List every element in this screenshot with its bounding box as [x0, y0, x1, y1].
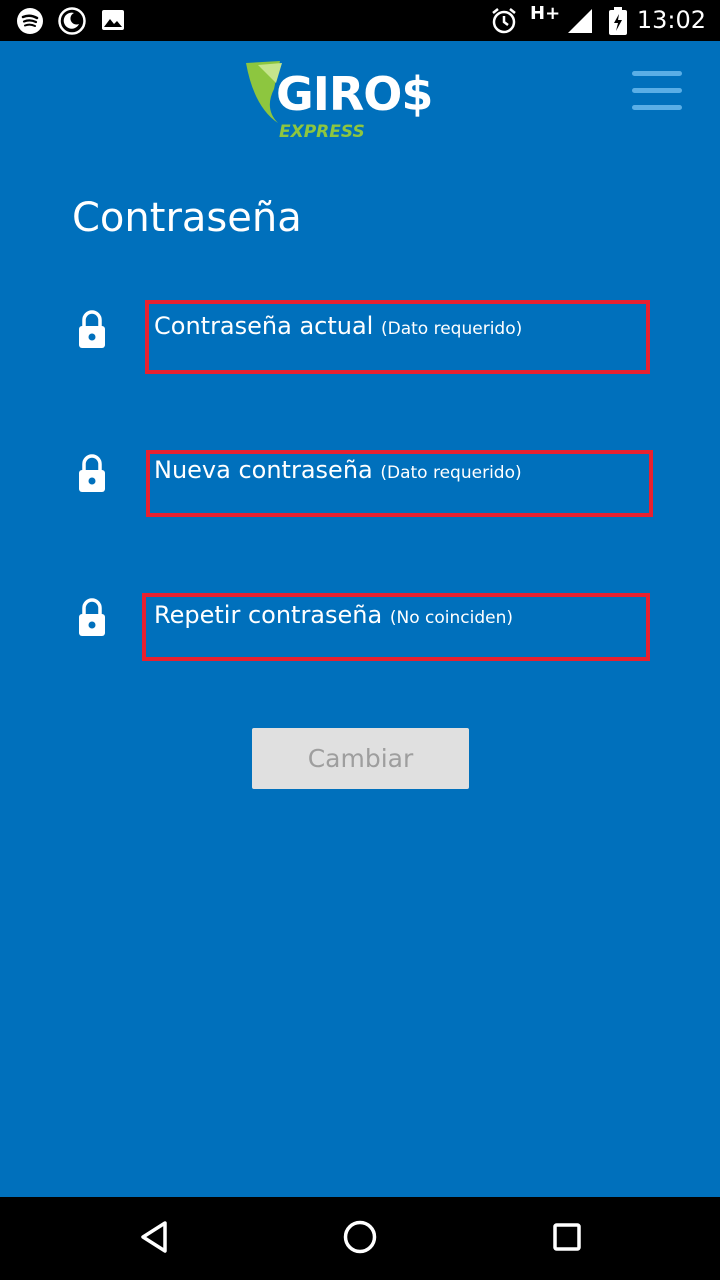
current-password-label: Contraseña actual (Dato requerido)	[154, 311, 522, 344]
lock-icon	[79, 598, 105, 636]
giros-express-logo[interactable]: GIRO$ EXPRESS	[244, 59, 454, 149]
field-label-text: Nueva contraseña	[154, 456, 373, 484]
change-password-button[interactable]: Cambiar	[252, 728, 469, 789]
lock-icon	[79, 310, 105, 348]
repeat-password-label: Repetir contraseña (No coinciden)	[154, 600, 513, 633]
field-hint: (Dato requerido)	[381, 319, 523, 339]
status-bar: H+ 13:02	[0, 0, 720, 41]
repeat-password-field: Repetir contraseña (No coinciden)	[0, 593, 720, 673]
new-password-field: Nueva contraseña (Dato requerido)	[0, 450, 720, 530]
image-icon	[102, 10, 124, 30]
recents-icon[interactable]	[551, 1219, 583, 1255]
night-mode-icon	[58, 7, 86, 35]
status-time: 13:02	[636, 6, 706, 34]
logo-tagline: EXPRESS	[279, 122, 365, 142]
spotify-icon	[17, 8, 43, 34]
field-hint: (No coinciden)	[389, 608, 513, 628]
logo-wordmark: GIRO$	[276, 67, 433, 121]
signal-icon	[568, 9, 592, 33]
network-type: H+	[530, 3, 561, 24]
lock-icon	[79, 454, 105, 492]
field-label-text: Repetir contraseña	[154, 601, 383, 629]
app-header: GIRO$ EXPRESS	[0, 41, 720, 151]
field-label-text: Contraseña actual	[154, 312, 374, 340]
alarm-icon	[492, 8, 516, 34]
system-nav-bar	[0, 1197, 720, 1280]
back-icon[interactable]	[138, 1219, 170, 1255]
battery-icon	[609, 7, 627, 35]
current-password-field: Contraseña actual (Dato requerido)	[0, 300, 720, 380]
home-icon[interactable]	[342, 1219, 378, 1255]
field-hint: (Dato requerido)	[380, 463, 522, 483]
page-title: Contraseña	[72, 195, 302, 241]
new-password-label: Nueva contraseña (Dato requerido)	[154, 455, 522, 488]
hamburger-menu-icon[interactable]	[630, 71, 684, 111]
